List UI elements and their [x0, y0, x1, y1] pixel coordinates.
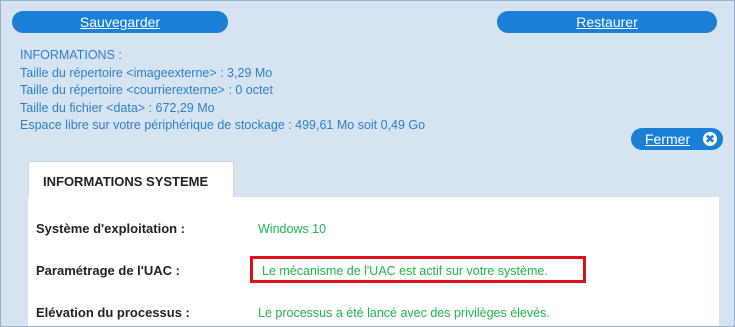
info-line-courrierexterne: Taille du répertoire <courrierexterne> :… — [20, 83, 273, 97]
close-icon: ✖ — [703, 132, 717, 146]
close-button[interactable]: Fermer ✖ — [631, 128, 723, 150]
system-value-elevation: Le processus a été lancé avec des privil… — [258, 306, 550, 320]
system-value-os: Windows 10 — [258, 222, 327, 236]
storage-info-block: INFORMATIONS : Taille du répertoire <ima… — [20, 47, 425, 135]
system-row-elevation: Elévation du processus : Le processus a … — [36, 305, 716, 325]
save-button[interactable]: Sauvegarder — [12, 11, 228, 33]
system-key-elevation: Elévation du processus : — [36, 305, 190, 320]
tab-label: INFORMATIONS SYSTEME — [43, 174, 209, 189]
close-button-label: Fermer — [645, 131, 691, 147]
save-button-label: Sauvegarder — [79, 14, 161, 30]
system-row-uac: Paramétrage de l'UAC : Le mécanisme de l… — [36, 256, 716, 283]
storage-info-window: Sauvegarder Restaurer INFORMATIONS : Tai… — [0, 0, 735, 327]
system-row-os: Système d'exploitation : Windows 10 — [36, 221, 716, 241]
system-key-uac: Paramétrage de l'UAC : — [36, 263, 180, 278]
info-heading: INFORMATIONS : — [20, 48, 122, 62]
restore-button[interactable]: Restaurer — [497, 11, 717, 33]
info-line-data-file: Taille du fichier <data> : 672,29 Mo — [20, 100, 215, 115]
system-key-os: Système d'exploitation : — [36, 221, 186, 236]
restore-button-label: Restaurer — [576, 14, 638, 30]
system-info-panel: Système d'exploitation : Windows 10 Para… — [28, 197, 719, 326]
info-line-free-space: Espace libre sur votre périphérique de s… — [20, 118, 426, 132]
info-line-imageexterne: Taille du répertoire <imageexterne> : 3,… — [20, 65, 273, 80]
tab-informations-systeme[interactable]: INFORMATIONS SYSTEME — [28, 161, 234, 198]
system-value-uac: Le mécanisme de l'UAC est actif sur votr… — [262, 264, 548, 278]
